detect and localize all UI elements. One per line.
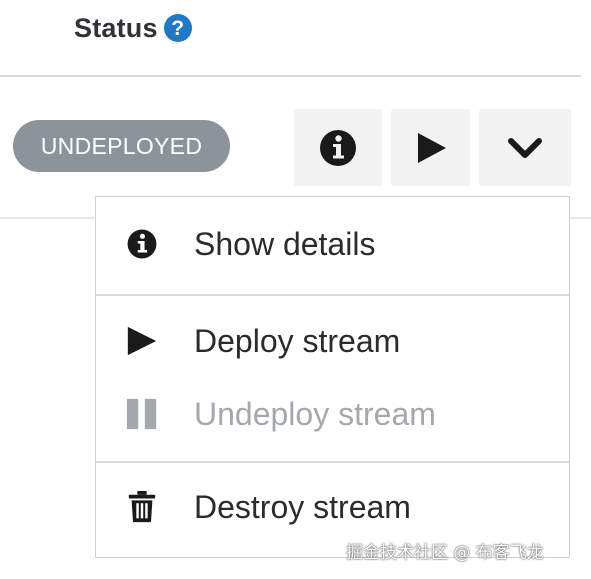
status-column-title: Status: [74, 12, 158, 43]
help-glyph: ?: [171, 16, 185, 40]
header-divider: [0, 75, 581, 77]
menu-separator: [96, 294, 569, 296]
play-icon: [124, 323, 160, 359]
menu-separator: [96, 461, 569, 463]
stream-list-panel: Status ? UNDEPLOYED Show details Deploy …: [0, 0, 591, 579]
menu-item-label: Destroy stream: [194, 488, 411, 525]
stream-actions-menu: Show details Deploy stream Undeploy stre…: [95, 196, 570, 558]
watermark-text: 掘金技术社区 @ 布客飞龙: [346, 543, 544, 563]
row-divider: [570, 217, 591, 219]
menu-item-show-details[interactable]: Show details: [96, 213, 569, 275]
menu-item-label: Show details: [194, 225, 376, 262]
status-badge: UNDEPLOYED: [13, 120, 230, 172]
chevron-down-icon: [508, 137, 542, 158]
info-circle-icon: [124, 226, 160, 262]
details-button[interactable]: [294, 109, 382, 186]
deploy-button[interactable]: [391, 109, 470, 186]
pause-icon: [124, 396, 160, 432]
trash-icon: [124, 489, 160, 525]
play-icon: [417, 132, 446, 163]
more-actions-dropdown-toggle[interactable]: [479, 109, 571, 186]
status-column-header: Status ?: [74, 8, 192, 48]
menu-item-deploy-stream[interactable]: Deploy stream: [96, 310, 569, 372]
menu-item-label: Deploy stream: [194, 322, 401, 359]
menu-item-undeploy-stream: Undeploy stream: [96, 383, 569, 445]
row-divider: [0, 217, 96, 219]
question-circle-icon[interactable]: ?: [163, 14, 192, 42]
menu-item-destroy-stream[interactable]: Destroy stream: [96, 476, 569, 538]
info-circle-icon: [320, 129, 356, 166]
menu-item-label: Undeploy stream: [194, 395, 436, 432]
